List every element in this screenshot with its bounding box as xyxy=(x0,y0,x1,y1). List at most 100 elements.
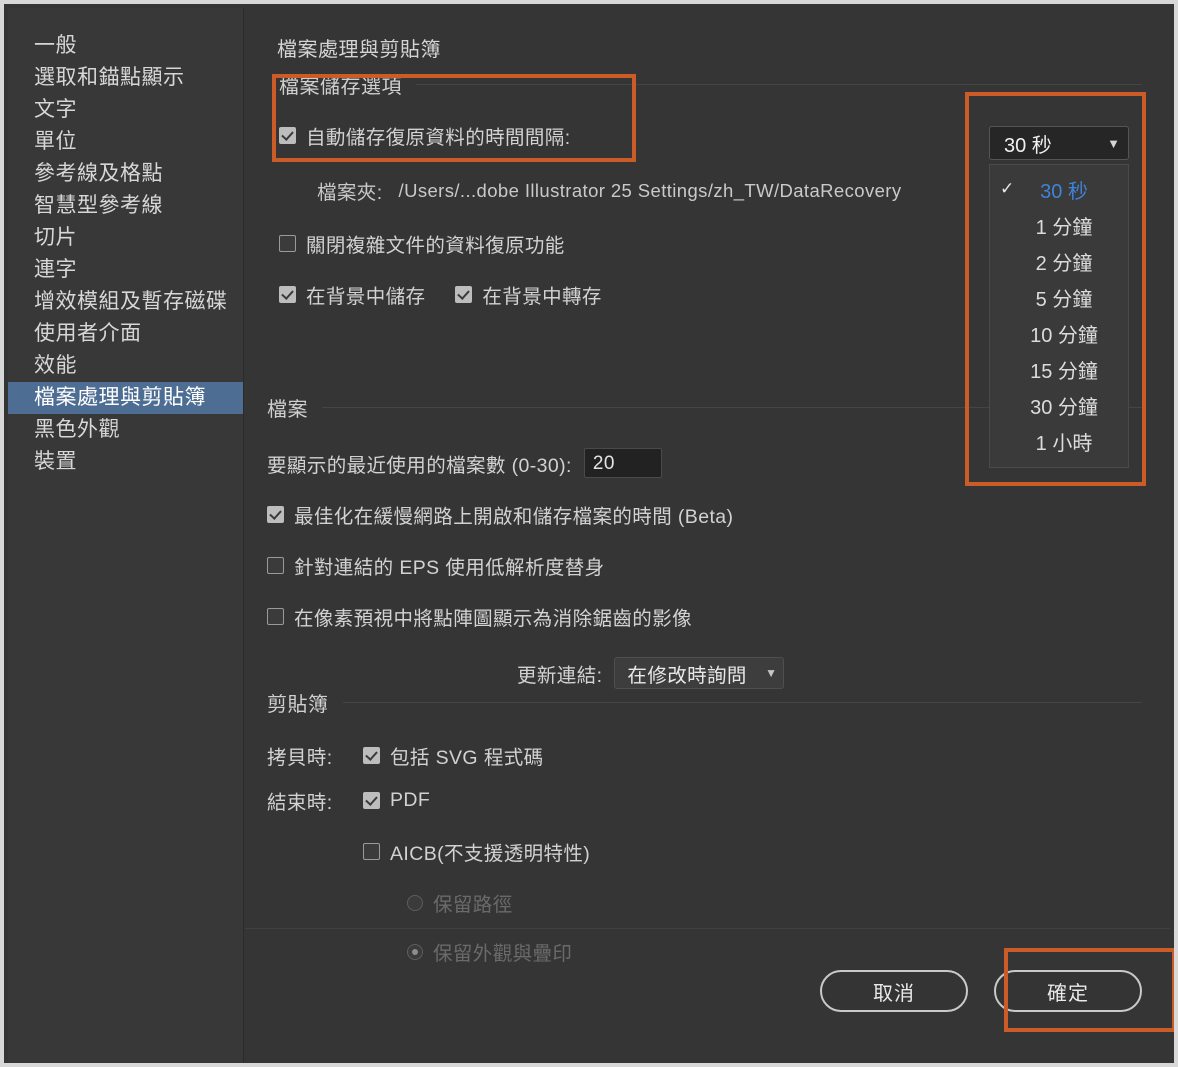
dropdown-option-label: 30 分鐘 xyxy=(1030,396,1098,419)
sidebar-item-label: 黑色外觀 xyxy=(34,418,120,441)
sidebar-item-file-clipboard[interactable]: 檔案處理與剪貼簿 xyxy=(8,382,243,414)
sidebar-item-label: 裝置 xyxy=(34,450,77,473)
turn-off-recovery-checkbox[interactable] xyxy=(279,235,296,252)
sidebar-item-hyphenation[interactable]: 連字 xyxy=(8,254,243,286)
page-title: 檔案處理與剪貼簿 xyxy=(277,39,441,61)
recent-files-label: 要顯示的最近使用的檔案數 (0-30): xyxy=(267,454,572,477)
dialog-footer: 取消 確定 xyxy=(820,970,1142,1012)
preserve-paths-label: 保留路徑 xyxy=(433,894,513,916)
update-links-label: 更新連結: xyxy=(517,664,603,687)
recent-files-input[interactable]: 20 xyxy=(583,448,662,478)
auto-save-interval-select[interactable]: 30 秒 ▼ xyxy=(989,126,1129,160)
antialias-preview-row[interactable]: 在像素預視中將點陣圖顯示為消除鋸齒的影像 xyxy=(267,602,1142,631)
sidebar-item-user-interface[interactable]: 使用者介面 xyxy=(8,318,243,350)
dropdown-option-label: 1 小時 xyxy=(1035,432,1093,455)
preserve-appearance-radio[interactable] xyxy=(407,943,423,960)
dropdown-option-label: 2 分鐘 xyxy=(1035,252,1093,275)
dropdown-option-1-min[interactable]: 1 分鐘 xyxy=(990,207,1128,243)
clipboard-heading: 剪貼簿 xyxy=(267,688,1142,717)
sidebar-item-slices[interactable]: 切片 xyxy=(8,222,243,254)
dropdown-option-2-min[interactable]: 2 分鐘 xyxy=(990,243,1128,279)
save-in-background-checkbox[interactable] xyxy=(279,286,296,303)
dropdown-option-label: 15 分鐘 xyxy=(1030,360,1098,383)
dropdown-option-label: 5 分鐘 xyxy=(1035,288,1093,311)
antialias-preview-label: 在像素預視中將點陣圖顯示為消除鋸齒的影像 xyxy=(294,608,693,630)
cancel-button[interactable]: 取消 xyxy=(820,970,968,1012)
on-copy-label: 拷貝時: xyxy=(267,747,333,769)
sidebar-item-type[interactable]: 文字 xyxy=(8,94,243,126)
eps-proxy-label: 針對連結的 EPS 使用低解析度替身 xyxy=(294,557,605,579)
dropdown-option-10-min[interactable]: 10 分鐘 xyxy=(990,315,1128,351)
sidebar-item-plugins-scratch[interactable]: 增效模組及暫存磁碟 xyxy=(8,286,243,318)
dropdown-option-30-sec[interactable]: ✓ 30 秒 xyxy=(990,171,1128,207)
on-copy-row: 拷貝時: 包括 SVG 程式碼 xyxy=(267,741,1142,770)
export-in-background-checkbox[interactable] xyxy=(455,286,473,303)
aicb-label: AICB(不支援透明特性) xyxy=(390,843,591,865)
ok-button[interactable]: 確定 xyxy=(994,970,1142,1012)
turn-off-recovery-label: 關閉複雜文件的資料復原功能 xyxy=(306,235,565,257)
footer-divider xyxy=(245,928,1170,929)
dropdown-option-label: 10 分鐘 xyxy=(1030,324,1098,347)
sidebar-item-label: 連字 xyxy=(34,258,77,281)
sidebar-item-label: 效能 xyxy=(34,354,77,377)
sidebar-item-general[interactable]: 一般 xyxy=(8,30,243,62)
pdf-label: PDF xyxy=(390,789,431,811)
preserve-appearance-row[interactable]: 保留外觀與疊印 xyxy=(267,937,1142,966)
update-links-row: 更新連結: 在修改時詢問 ▼ xyxy=(267,657,1142,689)
aicb-checkbox[interactable] xyxy=(363,843,380,860)
update-links-select[interactable]: 在修改時詢問 ▼ xyxy=(614,657,785,689)
dropdown-option-30-min[interactable]: 30 分鐘 xyxy=(990,387,1128,423)
sidebar-item-units[interactable]: 單位 xyxy=(8,126,243,158)
export-in-background-label: 在背景中轉存 xyxy=(482,286,602,308)
preserve-appearance-label: 保留外觀與疊印 xyxy=(433,943,573,965)
on-quit-row: 結束時: PDF xyxy=(267,786,1142,815)
clipboard-group: 剪貼簿 拷貝時: 包括 SVG 程式碼 結束時: PDF AICB(不支援透明特… xyxy=(267,688,1142,966)
preferences-category-sidebar: 一般 選取和錨點顯示 文字 單位 參考線及格點 智慧型參考線 切片 連字 增效模… xyxy=(8,8,244,1063)
dropdown-option-5-min[interactable]: 5 分鐘 xyxy=(990,279,1128,315)
sidebar-item-smart-guides[interactable]: 智慧型參考線 xyxy=(8,190,243,222)
optimize-slow-network-checkbox[interactable] xyxy=(267,506,284,523)
sidebar-item-devices[interactable]: 裝置 xyxy=(8,446,243,478)
sidebar-item-label: 使用者介面 xyxy=(34,322,142,345)
update-links-value: 在修改時詢問 xyxy=(627,664,747,687)
preserve-paths-row[interactable]: 保留路徑 xyxy=(267,888,1142,917)
sidebar-item-label: 增效模組及暫存磁碟 xyxy=(34,290,228,313)
folder-path-value: /Users/...dobe Illustrator 25 Settings/z… xyxy=(398,179,902,201)
sidebar-item-label: 參考線及格點 xyxy=(34,162,163,185)
pdf-checkbox[interactable] xyxy=(363,792,380,809)
dropdown-option-15-min[interactable]: 15 分鐘 xyxy=(990,351,1128,387)
sidebar-item-selection[interactable]: 選取和錨點顯示 xyxy=(8,62,243,94)
sidebar-item-label: 文字 xyxy=(34,98,77,121)
sidebar-item-label: 智慧型參考線 xyxy=(34,194,163,217)
auto-save-recovery-checkbox[interactable] xyxy=(279,127,296,144)
antialias-preview-checkbox[interactable] xyxy=(267,608,284,625)
save-in-background-label: 在背景中儲存 xyxy=(306,286,426,308)
sidebar-item-label: 檔案處理與剪貼簿 xyxy=(34,386,206,409)
aicb-row[interactable]: AICB(不支援透明特性) xyxy=(267,837,1142,866)
dropdown-option-1-hour[interactable]: 1 小時 xyxy=(990,423,1128,459)
sidebar-item-label: 單位 xyxy=(34,130,77,153)
dropdown-option-label: 1 分鐘 xyxy=(1035,216,1093,239)
sidebar-item-performance[interactable]: 效能 xyxy=(8,350,243,382)
chevron-down-icon: ▼ xyxy=(1107,135,1120,151)
optimize-slow-network-row[interactable]: 最佳化在緩慢網路上開啟和儲存檔案的時間 (Beta) xyxy=(267,500,1142,529)
eps-proxy-checkbox[interactable] xyxy=(267,557,284,574)
optimize-slow-network-label: 最佳化在緩慢網路上開啟和儲存檔案的時間 (Beta) xyxy=(294,506,734,528)
preferences-dialog: 一般 選取和錨點顯示 文字 單位 參考線及格點 智慧型參考線 切片 連字 增效模… xyxy=(0,0,1178,1067)
auto-save-interval-option-list: ✓ 30 秒 1 分鐘 2 分鐘 5 分鐘 10 分鐘 15 分鐘 30 分鐘 … xyxy=(989,164,1129,468)
folder-label: 檔案夾: xyxy=(317,182,383,204)
include-svg-checkbox[interactable] xyxy=(363,747,380,764)
sidebar-item-label: 切片 xyxy=(34,226,77,249)
check-mark-icon: ✓ xyxy=(1000,179,1015,198)
auto-save-interval-dropdown: 30 秒 ▼ ✓ 30 秒 1 分鐘 2 分鐘 5 分鐘 10 分鐘 15 分鐘… xyxy=(989,126,1129,468)
group-heading-text: 檔案 xyxy=(267,399,308,421)
preserve-paths-radio[interactable] xyxy=(407,894,423,911)
eps-proxy-row[interactable]: 針對連結的 EPS 使用低解析度替身 xyxy=(267,551,1142,580)
group-heading-text: 剪貼簿 xyxy=(267,694,329,716)
sidebar-item-appearance-black[interactable]: 黑色外觀 xyxy=(8,414,243,446)
include-svg-label: 包括 SVG 程式碼 xyxy=(390,747,544,769)
auto-save-interval-value: 30 秒 xyxy=(1004,134,1052,157)
heading-divider xyxy=(416,84,1142,85)
sidebar-item-guides-grid[interactable]: 參考線及格點 xyxy=(8,158,243,190)
sidebar-item-label: 選取和錨點顯示 xyxy=(34,66,185,89)
